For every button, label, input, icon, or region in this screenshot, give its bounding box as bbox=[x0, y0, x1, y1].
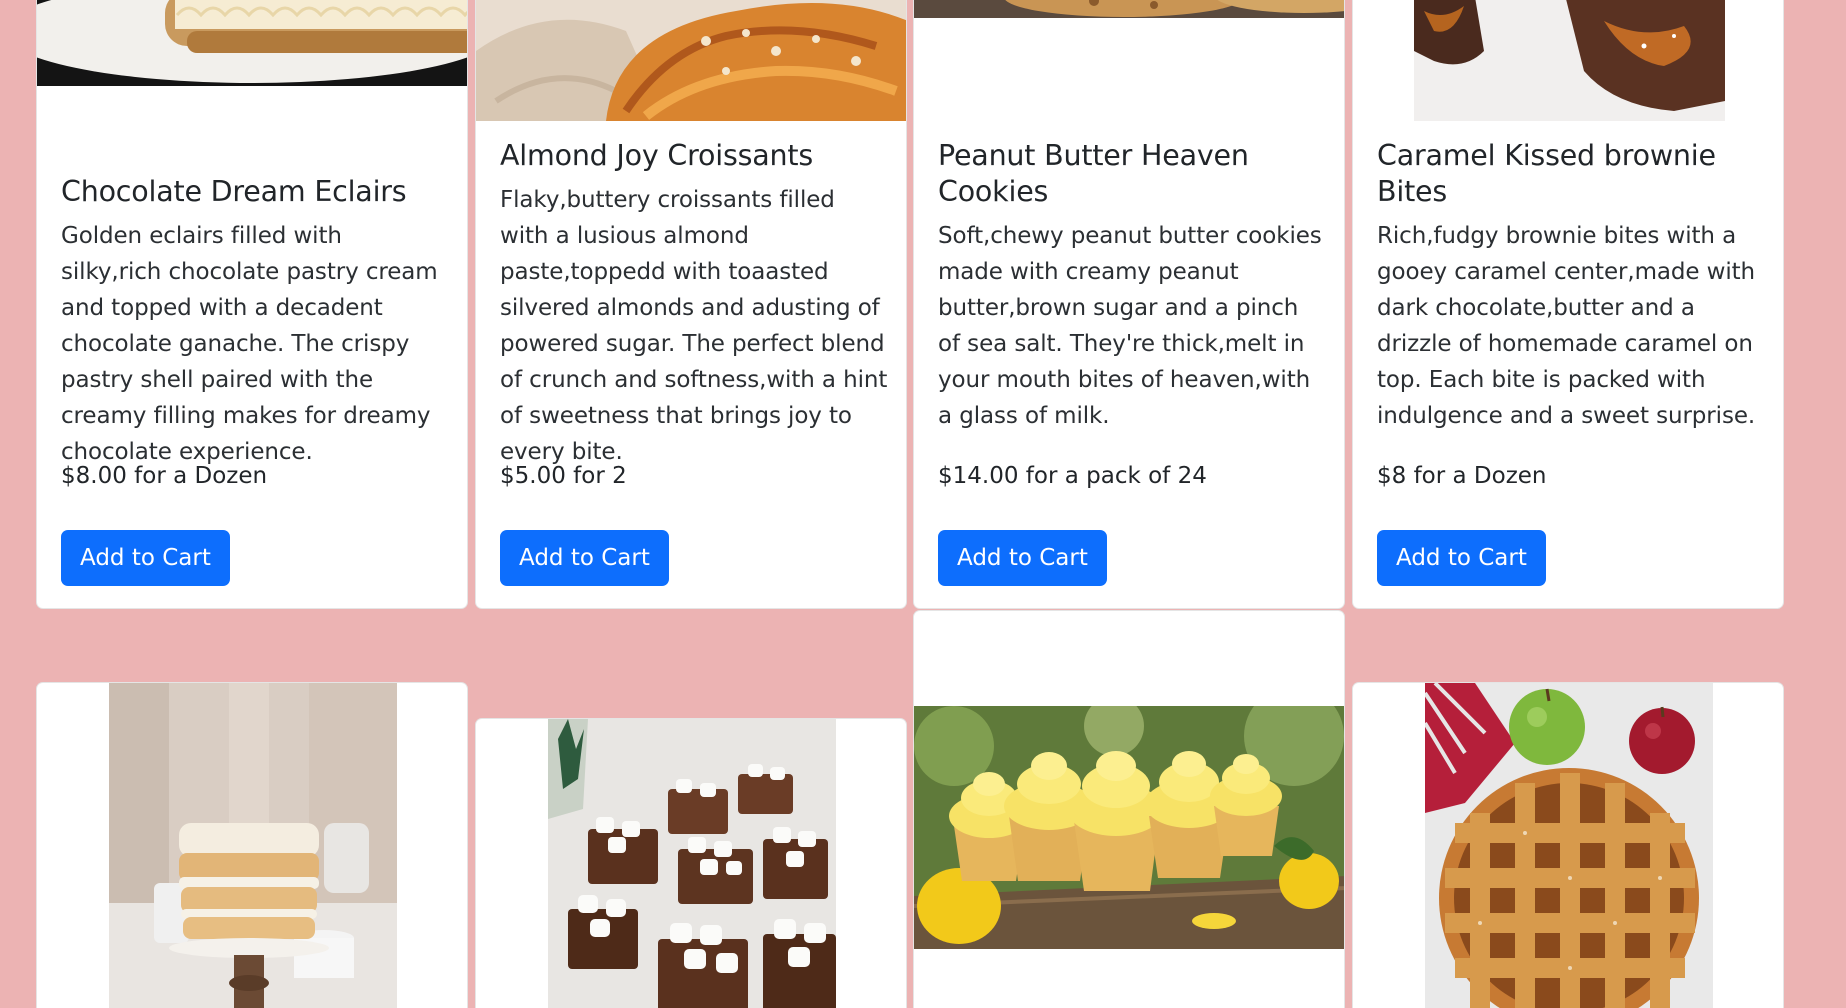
product-title: Almond Joy Croissants bbox=[500, 139, 813, 172]
product-card bbox=[1352, 682, 1784, 1008]
product-description: Flaky,buttery croissants filled with a l… bbox=[500, 187, 888, 465]
product-price: $5.00 for 2 bbox=[500, 463, 627, 489]
product-card: Caramel Kissed brownie Bites Rich,fudgy … bbox=[1352, 0, 1784, 609]
add-to-cart-button[interactable]: Add to Cart bbox=[938, 530, 1107, 586]
product-card bbox=[913, 610, 1345, 1008]
add-to-cart-button[interactable]: Add to Cart bbox=[500, 530, 669, 586]
product-description: Rich,fudgy brownie bites with a gooey ca… bbox=[1377, 223, 1756, 429]
product-description: Golden eclairs filled with silky,rich ch… bbox=[61, 223, 438, 465]
product-card: Almond Joy Croissants Flaky,buttery croi… bbox=[475, 0, 907, 609]
product-image-croissants bbox=[476, 0, 906, 121]
product-image-brownies bbox=[1414, 0, 1725, 121]
add-to-cart-button[interactable]: Add to Cart bbox=[1377, 530, 1546, 586]
product-grid: Chocolate Dream Eclairs Golden eclairs f… bbox=[0, 0, 1846, 1008]
product-image-apple-pie bbox=[1425, 683, 1713, 1008]
product-image-layer-cake bbox=[109, 683, 397, 1008]
product-image-eclairs bbox=[37, 0, 467, 86]
product-card: Peanut Butter Heaven Cookies Soft,chewy … bbox=[913, 0, 1345, 609]
product-card bbox=[36, 682, 468, 1008]
product-description: Soft,chewy peanut butter cookies made wi… bbox=[938, 223, 1322, 429]
product-card: Chocolate Dream Eclairs Golden eclairs f… bbox=[36, 0, 468, 609]
product-price: $8 for a Dozen bbox=[1377, 463, 1547, 489]
product-title: Peanut Butter Heaven Cookies bbox=[938, 139, 1249, 208]
product-title: Chocolate Dream Eclairs bbox=[61, 175, 407, 208]
add-to-cart-button[interactable]: Add to Cart bbox=[61, 530, 230, 586]
product-price: $8.00 for a Dozen bbox=[61, 463, 268, 489]
product-image-cookies bbox=[914, 0, 1344, 18]
product-title: Caramel Kissed brownie Bites bbox=[1377, 139, 1716, 208]
product-image-lemon-cupcakes bbox=[914, 706, 1344, 949]
product-price: $14.00 for a pack of 24 bbox=[938, 463, 1207, 489]
product-image-marshmallow-fudge bbox=[548, 719, 836, 1008]
product-card bbox=[475, 718, 907, 1008]
